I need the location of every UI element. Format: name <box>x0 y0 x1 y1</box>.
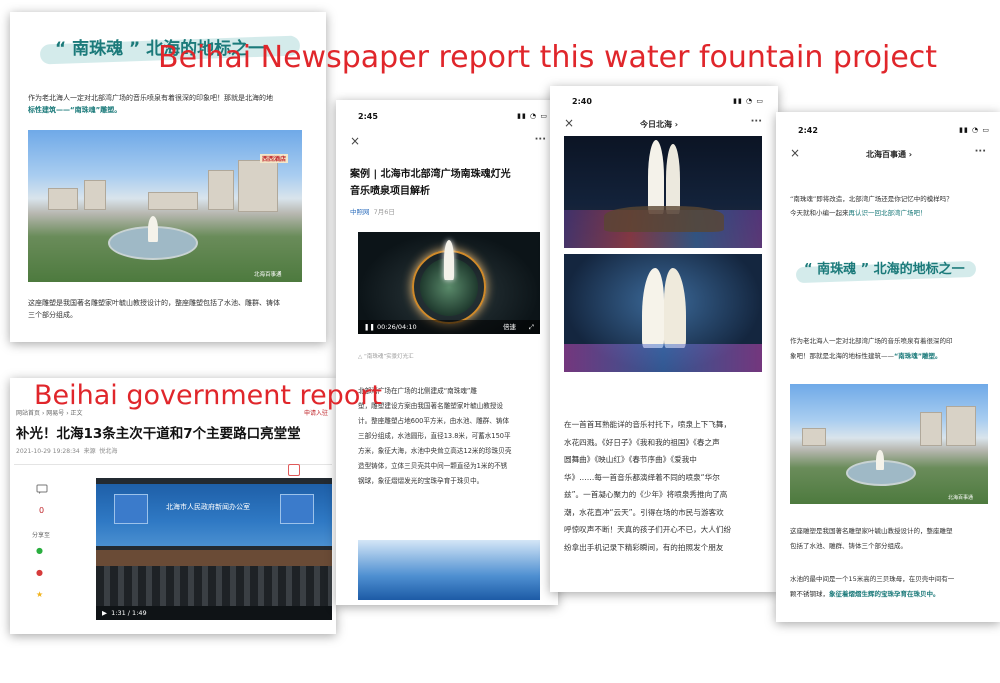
mobile-article-beihai-baishitong: 2:42 ▮▮ ◔ ▭ × 北海百事通 › ··· “南珠魂”即将改造，北部湾广… <box>776 112 1000 622</box>
close-icon[interactable]: × <box>564 116 574 130</box>
mobile-article-lighting-case: 2:45 ▮▮ ◔ ▭ × ··· 案例 | 北海市北部湾广场南珠魂灯光 音乐喷… <box>336 100 558 605</box>
more-icon[interactable]: ··· <box>751 116 762 127</box>
comment-icon[interactable] <box>36 484 48 497</box>
fullscreen-icon[interactable]: ⤢ <box>529 320 534 334</box>
card5-paragraph-1: 作为老北海人一定对北部湾广场的音乐喷泉有着很深的印 象吧！那就是北海的地标性建筑… <box>790 337 953 360</box>
more-icon[interactable]: ··· <box>535 134 546 145</box>
government-video-player[interactable]: 北海市人民政府新闻办公室 ▶ 1:31 / 1:49 <box>96 478 332 620</box>
weibo-share-icon[interactable]: ● <box>36 568 43 577</box>
newspaper-caption: Beihai Newspaper report this water fount… <box>158 40 938 75</box>
more-icon[interactable]: ··· <box>975 146 986 157</box>
government-caption: Beihai government report <box>34 380 383 411</box>
government-report-card: 网站首页 › 网易号 › 正文 申请入驻 补光！北海13条主次干道和7个主要路口… <box>10 378 336 634</box>
video-caption: △ “南珠魂”实景灯光汇 <box>358 354 414 360</box>
article-title: 案例 | 北海市北部湾广场南珠魂灯光 音乐喷泉项目解析 <box>350 169 511 197</box>
fountain-video-player[interactable]: ❚❚ 00:26/04:10 倍速 ⤢ <box>358 232 540 334</box>
status-time: 2:45 <box>358 112 378 121</box>
source-link[interactable]: 中照网 <box>350 208 370 216</box>
card5-paragraph-2: 这座雕塑是我国著名雕塑家叶毓山教授设计的，整座雕塑 包括了水池、雕群、铸体三个部… <box>790 527 953 550</box>
star-favorite-icon[interactable]: ★ <box>36 590 43 599</box>
wechat-share-icon[interactable]: ● <box>36 546 43 555</box>
status-icons: ▮▮ ◔ ▭ <box>733 97 764 105</box>
close-icon[interactable]: × <box>790 146 800 160</box>
card5-intro: “南珠魂”即将改造，北部湾广场还是你记忆中的模样吗？ 今天就和小编一起来再认识一… <box>790 195 953 217</box>
comment-count: 0 <box>39 506 45 515</box>
close-icon[interactable]: × <box>350 134 360 148</box>
fountain-show-photo <box>564 254 762 372</box>
article-source: 中照网 7月6日 <box>350 208 395 216</box>
article-meta: 2021-10-29 19:28:34 来源 悦北海 <box>16 448 118 455</box>
record-icon[interactable] <box>288 464 300 476</box>
card5-paragraph-3: 水池的最中间是一个15米高的三贝珠母，在贝壳中间有一 颗不锈钢球，象征着熠熠生辉… <box>790 575 955 598</box>
article-photo-preview <box>358 540 540 600</box>
account-title-link[interactable]: 北海百事通 › <box>866 149 912 160</box>
card5-heading: “ 南珠魂 ” 北海的地标之一 <box>804 262 965 277</box>
status-icons: ▮▮ ◔ ▭ <box>517 112 548 120</box>
plaza-aerial-photo: 北海百事通 <box>790 384 988 504</box>
status-time: 2:42 <box>798 126 818 135</box>
account-title-link[interactable]: 今日北海 › <box>640 119 678 130</box>
article-body: 北部湾广场在广场的北侧建成“南珠魂”雕 塑，雕塑建设方案由我国著名雕塑家叶毓山教… <box>358 387 512 485</box>
share-label: 分享至 <box>32 532 51 539</box>
pause-icon[interactable]: ❚❚ <box>364 323 375 331</box>
speed-button[interactable]: 倍速 <box>503 320 516 334</box>
card1-intro: 作为老北海人一定对北部湾广场的音乐喷泉有着很深的印象吧！那就是北海的地 标性建筑… <box>28 94 273 114</box>
video-time: 1:31 / 1:49 <box>111 609 147 617</box>
status-icons: ▮▮ ◔ ▭ <box>959 126 990 134</box>
card1-outro: 这座雕塑是我国著名雕塑家叶毓山教授设计的，整座雕塑包括了水池、雕群、铸体 三个部… <box>28 299 280 319</box>
play-icon[interactable]: ▶ <box>102 609 107 617</box>
article-body: 在一首首耳熟能详的音乐衬托下，喷泉上下飞舞， 水花四溅。《好日子》《我和我的祖国… <box>564 420 732 552</box>
fountain-night-photo <box>564 136 762 248</box>
mobile-article-today-beihai: 2:40 ▮▮ ◔ ▭ × 今日北海 › ··· 在一首首耳熟能详的音乐衬托下，… <box>550 86 778 592</box>
plaza-aerial-photo: 西西酒店 北海百事通 <box>28 130 302 282</box>
page-title: 补光！北海13条主次干道和7个主要路口亮堂堂 <box>16 426 301 442</box>
status-time: 2:40 <box>572 97 592 106</box>
